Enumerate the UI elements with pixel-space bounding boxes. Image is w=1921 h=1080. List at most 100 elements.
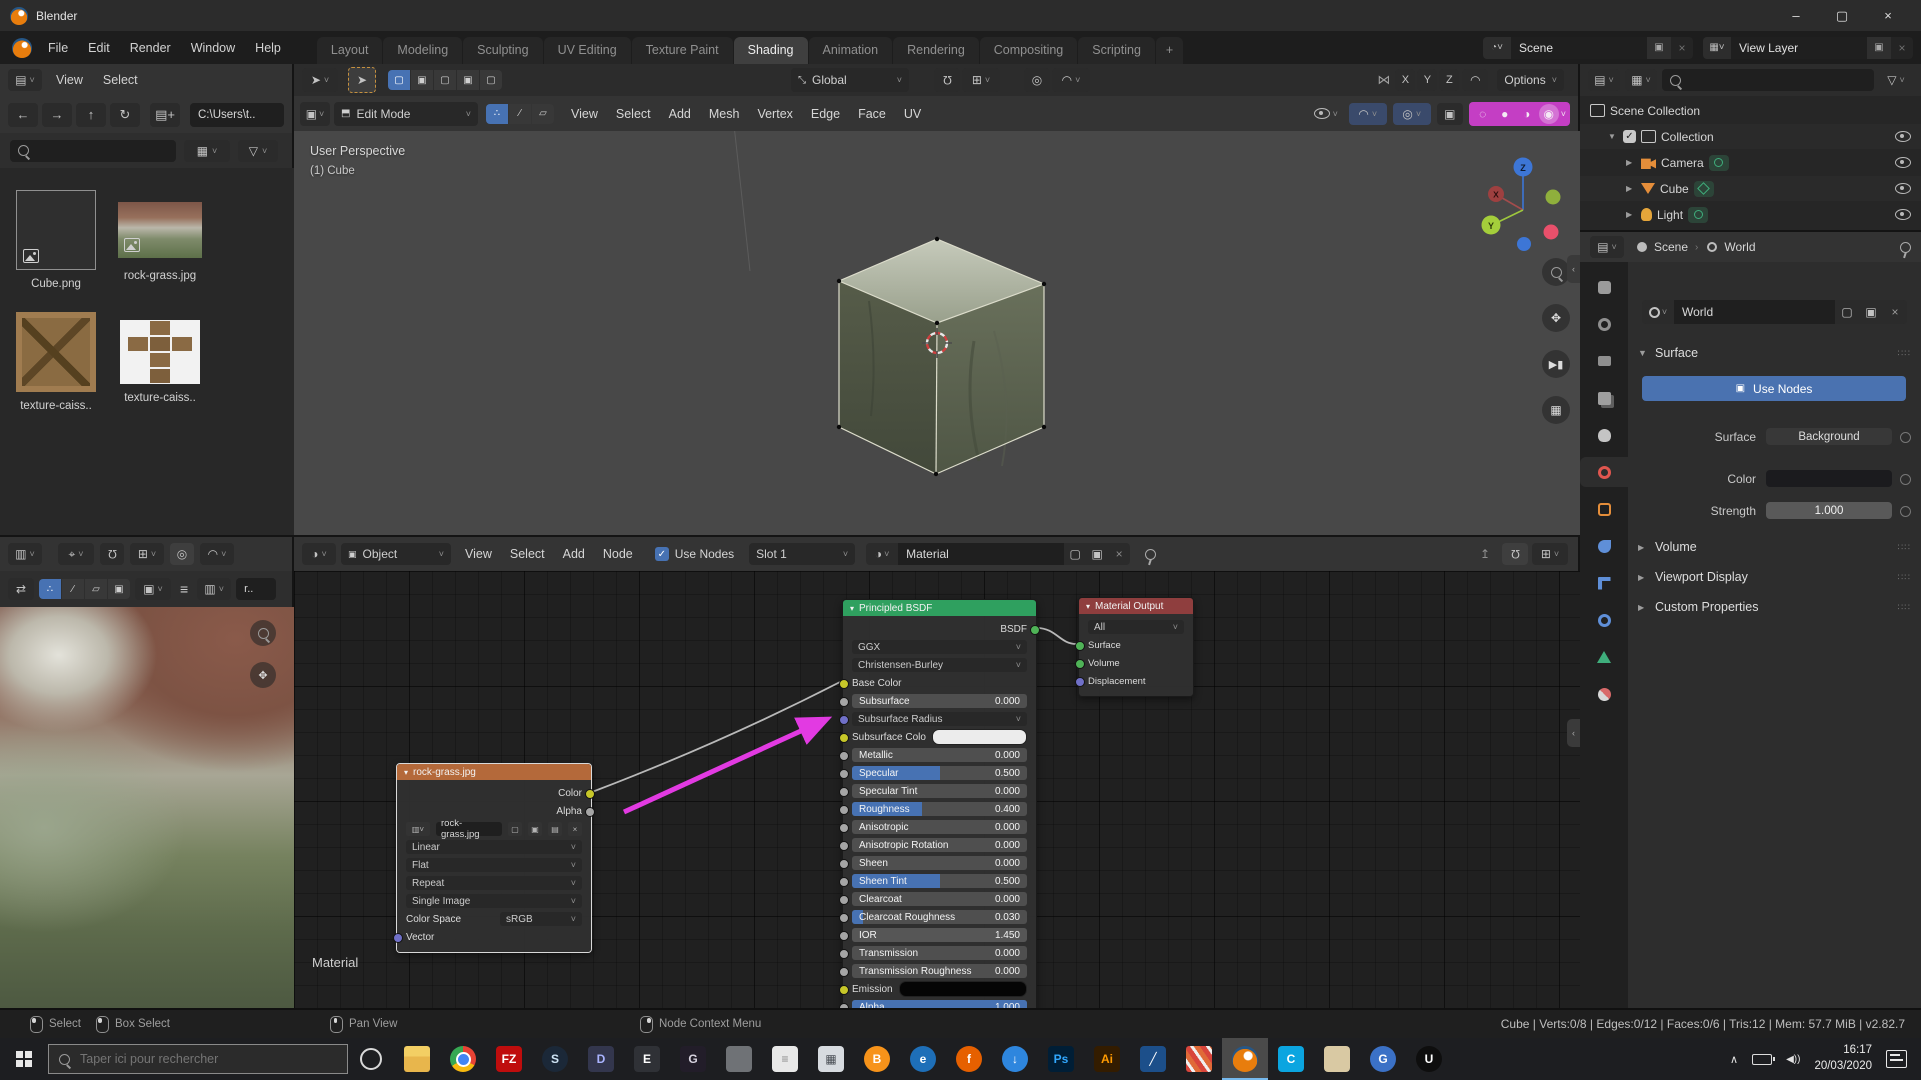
snap-toggle-button[interactable]: Ω bbox=[934, 68, 960, 92]
bsdf-row-base-color[interactable]: Base Color bbox=[843, 674, 1036, 692]
taskbar-icon-affinity[interactable] bbox=[1176, 1038, 1222, 1080]
taskbar-icon-epic-games[interactable]: E bbox=[624, 1038, 670, 1080]
image-browse-dropdown[interactable]: ▥˅ bbox=[197, 578, 231, 600]
workspace-tab-layout[interactable]: Layout bbox=[317, 37, 383, 64]
outliner-row-camera[interactable]: ▶Camera bbox=[1580, 150, 1921, 175]
shader-sidebar-toggle[interactable]: ‹ bbox=[1567, 719, 1580, 747]
view-layer-browse-icon[interactable]: ▦˅ bbox=[1703, 37, 1731, 59]
value-slider[interactable]: Sheen0.000 bbox=[852, 856, 1027, 870]
outliner-filter-button[interactable]: ▽˅ bbox=[1879, 69, 1913, 91]
prop-value-surface[interactable]: Background bbox=[1766, 428, 1892, 445]
select-subtract-button[interactable]: ▢ bbox=[434, 70, 456, 90]
shader-menu-add[interactable]: Add bbox=[554, 543, 594, 565]
uv-vertex-select-button[interactable]: ∴ bbox=[39, 579, 61, 599]
select-tool-button[interactable]: ➤ bbox=[348, 67, 376, 93]
taskbar-icon-steam[interactable]: S bbox=[532, 1038, 578, 1080]
menu-hamburger-icon[interactable]: ≡ bbox=[176, 581, 192, 597]
emission-socket[interactable] bbox=[839, 985, 849, 995]
copy-icon[interactable]: ▣ bbox=[1859, 300, 1883, 324]
back-button[interactable]: ← bbox=[8, 103, 38, 127]
outliner-row-collection[interactable]: ▼✓Collection bbox=[1580, 124, 1921, 149]
image-editor-canvas[interactable]: ✥ bbox=[0, 607, 296, 1008]
up-button[interactable]: ↑ bbox=[76, 103, 106, 127]
snap-toggle-button[interactable]: Ω bbox=[100, 543, 124, 565]
displacement-socket[interactable] bbox=[1075, 677, 1085, 687]
value-slider[interactable]: Alpha1.000 bbox=[852, 1000, 1027, 1008]
properties-tab-material[interactable] bbox=[1580, 679, 1628, 709]
specular-socket[interactable] bbox=[839, 769, 849, 779]
file-path-field[interactable]: C:\Users\t.. bbox=[190, 103, 284, 127]
proportional-toggle-button[interactable]: ◎ bbox=[1024, 68, 1050, 92]
principled-bsdf-node[interactable]: ▾Principled BSDFBSDFGGX˅Christensen-Burl… bbox=[842, 599, 1037, 1008]
outliner-search-input[interactable] bbox=[1662, 69, 1874, 91]
taskbar-icon-discord-app[interactable]: D bbox=[578, 1038, 624, 1080]
menu-file[interactable]: File bbox=[38, 37, 78, 59]
dropdown[interactable]: Subsurface Radius˅ bbox=[852, 712, 1027, 726]
copy-icon[interactable]: ▣ bbox=[528, 822, 542, 836]
bsdf-row-ior[interactable]: IOR1.450 bbox=[843, 926, 1036, 944]
properties-tab-render[interactable] bbox=[1580, 309, 1628, 339]
mirror-axis-y[interactable]: Y bbox=[1417, 69, 1437, 91]
dropdown-linear[interactable]: Linear˅ bbox=[406, 840, 582, 854]
mirror-axis-z[interactable]: Z bbox=[1439, 69, 1459, 91]
bsdf-row-specular[interactable]: Specular0.500 bbox=[843, 764, 1036, 782]
snap-target-dropdown[interactable]: ⊞˅ bbox=[962, 68, 1000, 92]
select-extend-button[interactable]: ▣ bbox=[411, 70, 433, 90]
zoom-icon[interactable] bbox=[1542, 258, 1570, 286]
taskbar-icon-pen-tool[interactable]: ╱ bbox=[1130, 1038, 1176, 1080]
color-space-dropdown[interactable]: sRGB˅ bbox=[500, 912, 582, 926]
bsdf-row-emission[interactable]: Emission bbox=[843, 980, 1036, 998]
value-slider[interactable]: Anisotropic Rotation0.000 bbox=[852, 838, 1027, 852]
unlink-icon[interactable]: × bbox=[1883, 300, 1907, 324]
object-visibility-dropdown[interactable]: ˅ bbox=[1309, 103, 1343, 125]
file-item[interactable]: rock-grass.jpg bbox=[112, 190, 208, 282]
minimize-button[interactable]: – bbox=[1773, 0, 1819, 31]
file-browser-menu-select[interactable]: Select bbox=[93, 69, 148, 91]
animate-dot-icon[interactable] bbox=[1900, 506, 1911, 517]
view-layer-copy-button[interactable]: ▣ bbox=[1867, 37, 1891, 59]
outliner-row-cube[interactable]: ▶Cube bbox=[1580, 176, 1921, 201]
prop-value-color[interactable] bbox=[1766, 470, 1892, 487]
taskbar-search-input[interactable] bbox=[78, 1051, 322, 1067]
collection-checkbox[interactable]: ✓ bbox=[1623, 130, 1636, 143]
vector-socket[interactable] bbox=[393, 933, 403, 943]
material-slot-dropdown[interactable]: Slot 1˅ bbox=[749, 543, 855, 565]
animate-dot-icon[interactable] bbox=[1900, 474, 1911, 485]
menu-window[interactable]: Window bbox=[181, 37, 245, 59]
file-item[interactable]: Cube.png bbox=[8, 190, 104, 290]
zoom-in-icon[interactable] bbox=[250, 620, 276, 646]
taskbar-search[interactable] bbox=[48, 1044, 348, 1074]
bsdf-row-subsurface-radius[interactable]: Subsurface Radius˅ bbox=[843, 710, 1036, 728]
fake-user-shield-icon[interactable]: ▢ bbox=[1064, 543, 1086, 565]
vertex-mode-button[interactable]: ∴ bbox=[486, 104, 508, 124]
proportional-falloff-dropdown[interactable]: ◠˅ bbox=[1052, 68, 1090, 92]
file-item[interactable]: texture-caiss.. bbox=[8, 312, 104, 412]
image-texture-node[interactable]: ▾rock-grass.jpgColorAlpha▥˅rock-grass.jp… bbox=[396, 763, 592, 953]
fake-user-shield-icon[interactable]: ▢ bbox=[1835, 300, 1859, 324]
properties-tab-physics[interactable] bbox=[1580, 605, 1628, 635]
uv-face-select-button[interactable]: ▱ bbox=[85, 579, 107, 599]
navigation-gizmo[interactable]: Z X Y bbox=[1482, 158, 1561, 252]
parent-node-tree-button[interactable]: ↥ bbox=[1472, 543, 1498, 565]
material-preview-button[interactable]: ◑ bbox=[1517, 104, 1537, 124]
transform-orientation-dropdown[interactable]: ⤡Global˅ bbox=[791, 68, 909, 92]
cortana-button[interactable] bbox=[348, 1038, 394, 1080]
dropdown-flat[interactable]: Flat˅ bbox=[406, 858, 582, 872]
taskbar-icon-photoshop[interactable]: Ps bbox=[1038, 1038, 1084, 1080]
viewport-menu-uv[interactable]: UV bbox=[895, 103, 930, 125]
workspace-tab-uv-editing[interactable]: UV Editing bbox=[544, 37, 631, 64]
section-custom-properties[interactable]: ▶Custom Properties bbox=[1638, 600, 1759, 614]
value-slider[interactable]: Transmission Roughness0.000 bbox=[852, 964, 1027, 978]
blender-menu-icon[interactable] bbox=[12, 38, 32, 58]
uv-island-select-button[interactable]: ▣ bbox=[108, 579, 130, 599]
properties-tab-scene[interactable] bbox=[1580, 420, 1628, 450]
clearcoat-socket[interactable] bbox=[839, 895, 849, 905]
material-name-field[interactable]: Material bbox=[898, 543, 1064, 565]
properties-tab-world[interactable] bbox=[1580, 457, 1628, 487]
scene-copy-button[interactable]: ▣ bbox=[1647, 37, 1671, 59]
start-button[interactable] bbox=[0, 1038, 48, 1080]
new-folder-button[interactable]: ▤+ bbox=[150, 103, 180, 127]
overlays-toggle-dropdown[interactable]: ◎˅ bbox=[1393, 103, 1431, 125]
animate-dot-icon[interactable] bbox=[1900, 432, 1911, 443]
expander-icon[interactable]: ▼ bbox=[1608, 132, 1618, 141]
